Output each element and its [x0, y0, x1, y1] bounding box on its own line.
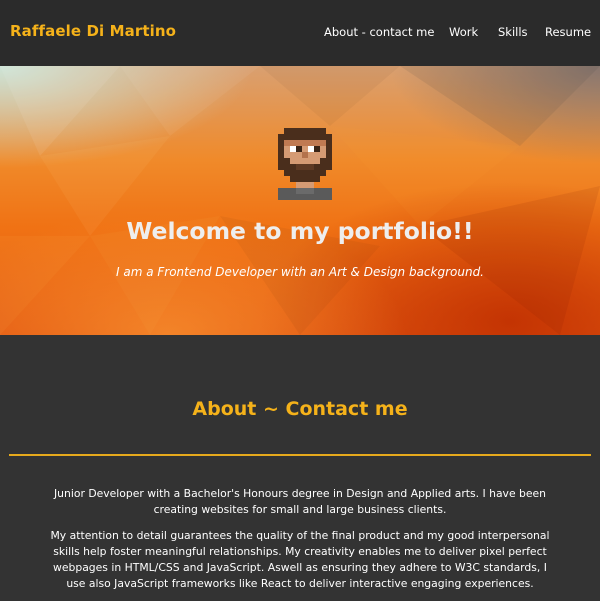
pixel-art-avatar-icon — [278, 128, 332, 200]
about-paragraph: Junior Developer with a Bachelor's Honou… — [53, 487, 547, 516]
hero-subtitle: I am a Frontend Developer with an Art & … — [116, 265, 484, 279]
about-contact-section: About ~ Contact me Junior Developer with… — [0, 335, 600, 601]
nav-link-resume[interactable]: Resume — [545, 25, 591, 39]
section-divider — [9, 454, 591, 456]
about-section-title: About ~ Contact me — [192, 398, 408, 420]
nav-link-about-contact[interactable]: About - contact me — [324, 25, 434, 39]
brand-name-link[interactable]: Raffaele Di Martino — [10, 22, 176, 40]
top-navbar: Raffaele Di Martino About - contact me W… — [0, 0, 600, 66]
hero-title: Welcome to my portfolio!! — [126, 217, 474, 245]
hero-banner: Welcome to my portfolio!! I am a Fronten… — [0, 66, 600, 335]
hero-background-facets — [0, 66, 600, 335]
nav-link-skills[interactable]: Skills — [498, 25, 528, 39]
about-paragraph: My attention to detail guarantees the qu… — [50, 529, 550, 590]
nav-link-work[interactable]: Work — [449, 25, 478, 39]
